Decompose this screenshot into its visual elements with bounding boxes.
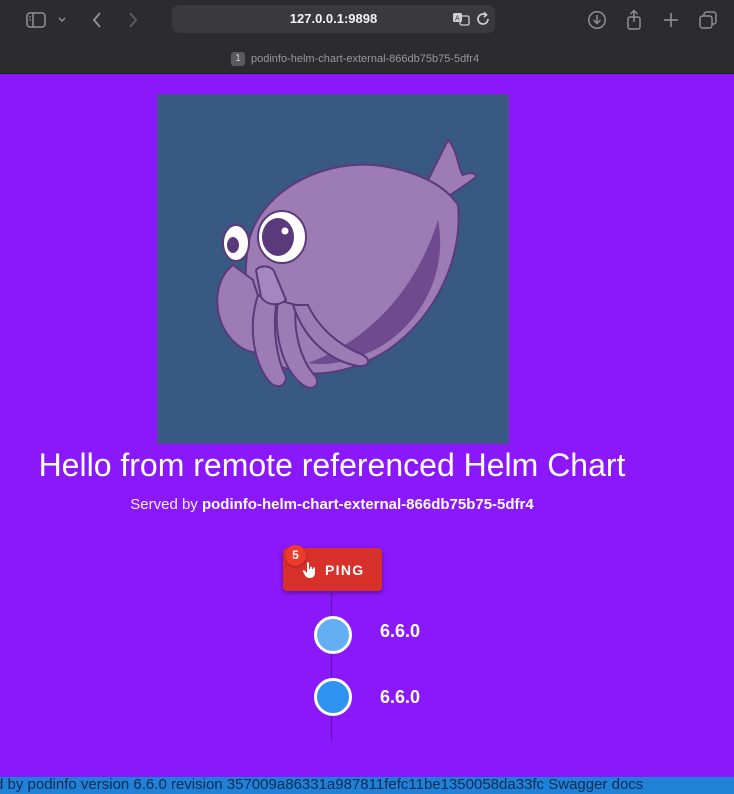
timeline-line [331, 591, 332, 741]
back-icon[interactable] [86, 9, 108, 31]
address-bar[interactable]: 127.0.0.1:9898 A [172, 5, 495, 33]
timeline-version: 6.6.0 [380, 621, 421, 641]
timeline-version: 6.6.0 [380, 687, 421, 707]
svg-text:A: A [455, 15, 460, 23]
footer-bar: d by podinfo version 6.6.0 revision 3570… [0, 777, 734, 794]
served-by-line: Served by podinfo-helm-chart-external-86… [0, 495, 664, 515]
timeline-dot [314, 616, 352, 654]
ping-label: PING [325, 562, 365, 578]
served-by-host: podinfo-helm-chart-external-866db75b75-5… [201, 496, 534, 513]
page-title: Hello from remote referenced Helm Chart [38, 447, 626, 483]
sidebar-icon[interactable] [25, 9, 47, 31]
tabs-overview-icon[interactable] [697, 9, 719, 31]
browser-toolbar: 127.0.0.1:9898 A [0, 0, 734, 45]
tab-title[interactable]: podinfo-helm-chart-external-866db75b75-5… [251, 52, 479, 66]
tab-number-badge: 1 [231, 52, 245, 66]
ping-count-badge: 5 [285, 545, 306, 566]
served-by-label: Served by [130, 496, 198, 513]
reload-icon[interactable] [475, 11, 491, 27]
chevron-down-icon[interactable] [55, 9, 69, 31]
pointer-hand-icon [302, 561, 318, 579]
footer-text: d by podinfo version 6.6.0 revision 3570… [0, 777, 644, 793]
new-tab-icon[interactable] [660, 9, 682, 31]
share-icon[interactable] [623, 9, 645, 31]
timeline-dot [314, 678, 352, 716]
url-text: 127.0.0.1:9898 [289, 11, 378, 26]
download-icon[interactable] [586, 9, 608, 31]
podinfo-logo [157, 94, 509, 444]
forward-icon[interactable] [122, 9, 144, 31]
translate-icon[interactable]: A [452, 11, 470, 27]
